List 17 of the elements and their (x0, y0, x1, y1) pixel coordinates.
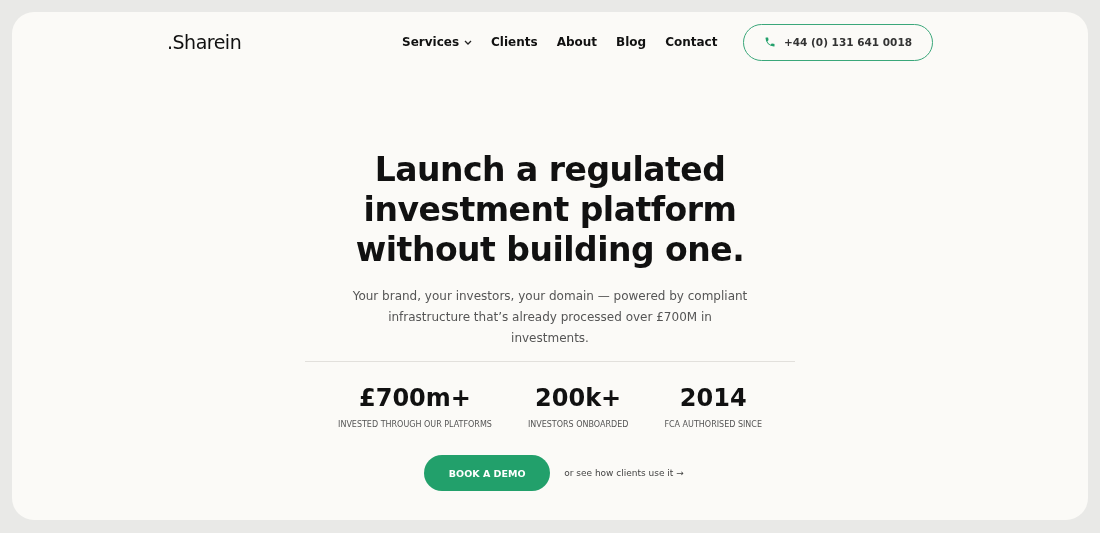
stat-label: FCA AUTHORISED SINCE (664, 420, 762, 429)
nav-link[interactable]: Blog (616, 35, 647, 49)
stat-value: £700m+ (359, 384, 471, 412)
nav-link[interactable]: Contact (665, 35, 718, 49)
nav-link[interactable]: Services (402, 35, 473, 49)
stat-label: INVESTORS ONBOARDED (527, 420, 629, 429)
logo[interactable]: .Sharein (167, 31, 387, 53)
hero-title: Launch a regulated investment platform without building one. (355, 150, 745, 270)
caret-icon (464, 39, 473, 45)
nav-link[interactable]: Clients (491, 35, 538, 49)
stat-label: INVESTED THROUGH OUR PLATFORMS (338, 420, 492, 429)
nav-link[interactable]: About (556, 35, 598, 49)
hero-subtitle: Your brand, your investors, your domain — powered by compliant infrastructure that’s already processed over £700M in investments. (351, 288, 749, 347)
clients-link[interactable]: or see how clients use it → (564, 468, 684, 478)
phone-icon (764, 36, 776, 48)
stat-value: 200k+ (535, 384, 622, 412)
stat-value: 2014 (679, 384, 747, 412)
